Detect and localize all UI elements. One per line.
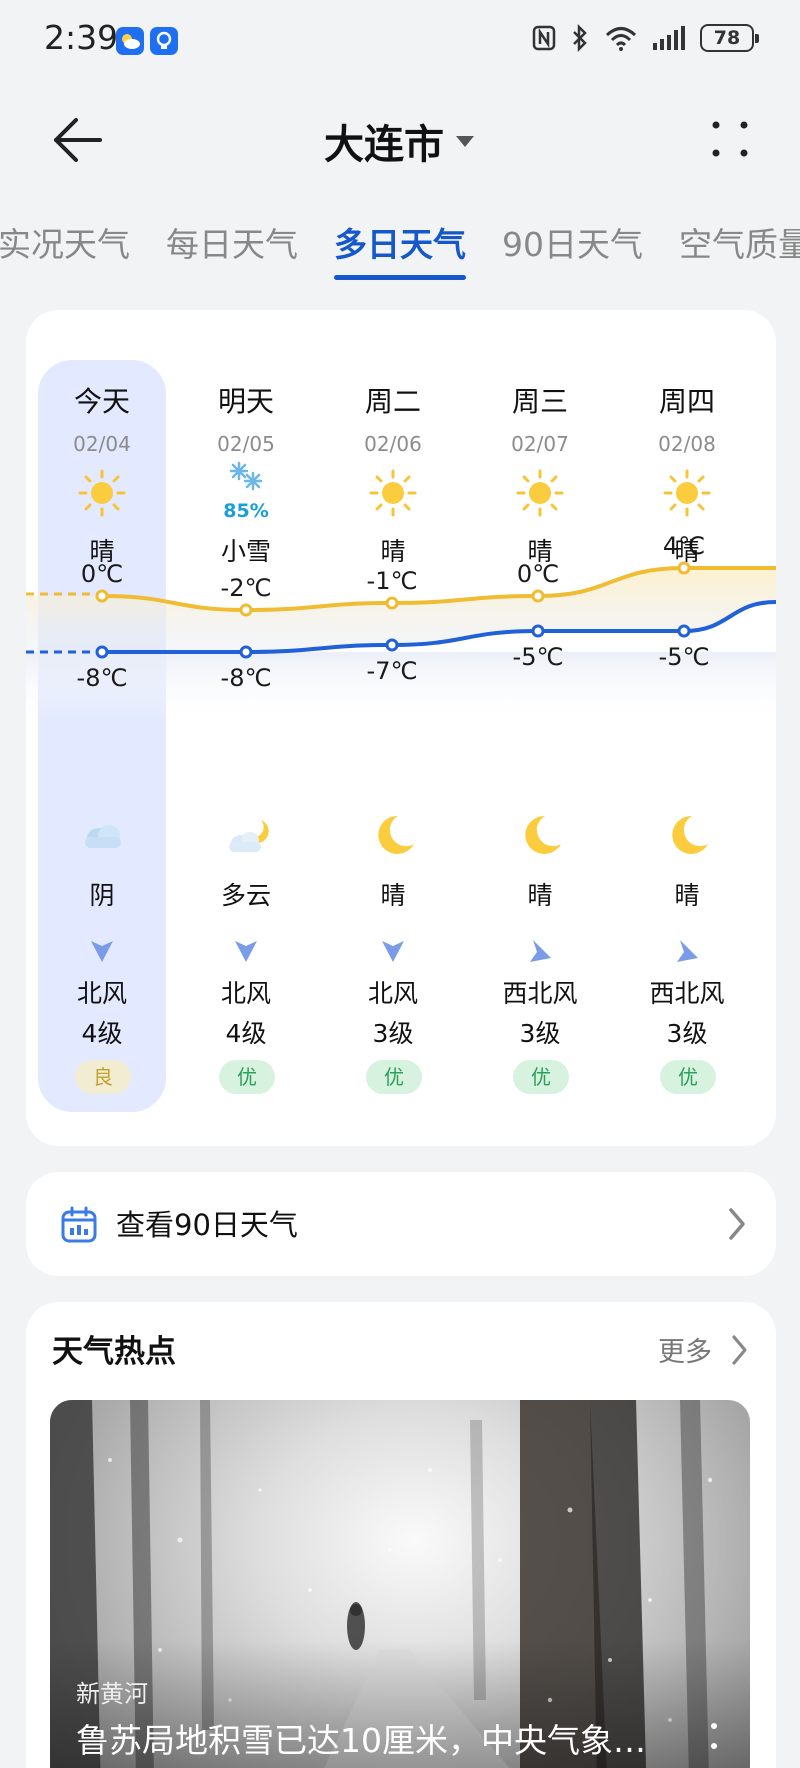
app-header: 大连市	[0, 94, 800, 182]
wind-level: 4级	[225, 1019, 267, 1048]
wind-direction: 北风	[76, 979, 127, 1008]
battery-level: 78	[713, 27, 741, 49]
snow-icon	[221, 460, 271, 494]
night-condition: 阴	[89, 881, 115, 910]
day-name: 今天	[73, 385, 130, 418]
wind-northwest-icon	[674, 938, 700, 964]
news-card[interactable]: 新黄河 鲁苏局地积雪已达10厘米，中央气象…	[50, 1400, 750, 1768]
moon-icon	[515, 810, 565, 860]
news-source: 新黄河	[76, 1680, 148, 1708]
day-name: 周三	[511, 385, 568, 418]
day-condition: 晴	[674, 537, 700, 566]
city-selector[interactable]: 大连市	[0, 112, 800, 170]
night-condition: 晴	[380, 881, 406, 910]
night-condition: 晴	[674, 881, 700, 910]
moon-icon	[662, 810, 712, 860]
aqi-badge: 优	[366, 1060, 422, 1094]
day-date: 02/05	[217, 432, 275, 456]
cloudy-moon-icon	[221, 810, 271, 860]
day-date: 02/08	[658, 432, 716, 456]
status-icons: 78	[532, 24, 759, 52]
night-condition: 晴	[527, 881, 553, 910]
weather-page: 2:39 78 大连市 实况天气 每日天气 多日天气 90日天气 空气质量 0℃…	[0, 0, 800, 1768]
city-title: 大连市	[324, 122, 444, 168]
cloud-icon	[77, 810, 127, 860]
forecast-day-column[interactable]: 周三 02/07 晴晴西北风 3级优	[467, 310, 613, 1146]
wind-level: 3级	[666, 1019, 708, 1048]
chevron-right-icon[interactable]	[730, 1334, 750, 1366]
forecast-day-column[interactable]: 周二 02/06 晴晴北风 3级优	[320, 310, 466, 1146]
tab-90day[interactable]: 90日天气	[484, 220, 661, 280]
battery-indicator: 78	[700, 24, 759, 52]
tab-air-quality[interactable]: 空气质量	[661, 220, 800, 280]
day-name: 周四	[658, 385, 715, 418]
tab-multiday[interactable]: 多日天气	[316, 220, 484, 280]
signal-icon	[653, 26, 685, 50]
status-bar: 2:39 78	[0, 0, 800, 80]
wind-north-icon	[380, 938, 406, 964]
aqi-badge: 优	[513, 1060, 569, 1094]
aqi-badge: 优	[219, 1060, 275, 1094]
dots-icon	[712, 121, 748, 157]
day-condition: 晴	[89, 537, 115, 566]
moon-icon	[368, 810, 418, 860]
day-name: 周二	[364, 385, 421, 418]
forecast-day-column[interactable]: 今天 02/04 晴阴北风 4级良	[29, 310, 175, 1146]
news-more-options-icon[interactable]	[708, 1716, 720, 1756]
weather-hot-topics-card: 天气热点 更多 新黄河 鲁苏局地积雪已达10厘米，中央气象…	[26, 1302, 776, 1768]
calendar-icon	[61, 1206, 97, 1243]
sun-icon	[662, 468, 712, 518]
forecast-tabs: 实况天气 每日天气 多日天气 90日天气 空气质量	[0, 220, 800, 290]
day-name: 明天	[217, 385, 274, 418]
aqi-badge: 优	[660, 1060, 716, 1094]
day-date: 02/04	[73, 432, 131, 456]
caret-down-icon	[456, 136, 474, 147]
wind-north-icon	[233, 938, 259, 964]
chevron-right-icon	[729, 1208, 745, 1240]
sun-icon	[515, 468, 565, 518]
wind-direction: 北风	[367, 979, 418, 1008]
forecast-day-column[interactable]: 周四 02/08 晴晴西北风 3级优	[614, 310, 760, 1146]
view-90day-label: 查看90日天气	[116, 1208, 298, 1242]
day-date: 02/07	[511, 432, 569, 456]
aqi-badge: 良	[75, 1060, 131, 1094]
more-options-button[interactable]	[710, 116, 750, 162]
day-date: 02/06	[364, 432, 422, 456]
tab-daily[interactable]: 每日天气	[148, 220, 316, 280]
weather-app-notification-icon	[116, 27, 144, 55]
sun-icon	[368, 468, 418, 518]
wifi-icon	[605, 27, 637, 51]
hot-topics-more-link[interactable]: 更多	[658, 1330, 712, 1369]
wind-north-icon	[89, 938, 115, 964]
multiday-forecast-card: 0℃ -8℃ -2℃ -8℃ -1℃ -7℃ 0℃ -5℃ 4℃ -5℃ 今天 02/04 晴阴北风 4…	[26, 310, 776, 1146]
wind-level: 3级	[519, 1019, 561, 1048]
sun-icon	[77, 468, 127, 518]
day-condition: 小雪	[220, 537, 271, 566]
day-condition: 晴	[527, 537, 553, 566]
wind-direction: 西北风	[649, 979, 725, 1008]
wind-level: 4级	[81, 1019, 123, 1048]
forecast-day-column[interactable]: 明天 02/05 85% 小雪多云北风 4级优	[173, 310, 319, 1146]
bluetooth-icon	[573, 24, 587, 52]
wind-direction: 西北风	[502, 979, 578, 1008]
view-90day-button[interactable]: 查看90日天气	[26, 1172, 776, 1276]
nfc-icon	[532, 25, 556, 51]
wind-level: 3级	[372, 1019, 414, 1048]
bulb-notification-icon	[150, 27, 178, 55]
precipitation-chance: 85%	[223, 500, 269, 522]
tab-realtime[interactable]: 实况天气	[0, 220, 148, 280]
wind-direction: 北风	[220, 979, 271, 1008]
news-headline: 鲁苏局地积雪已达10厘米，中央气象…	[76, 1721, 646, 1760]
status-time: 2:39	[44, 18, 119, 57]
wind-northwest-icon	[527, 938, 553, 964]
hot-topics-title: 天气热点	[52, 1334, 176, 1370]
day-condition: 晴	[380, 537, 406, 566]
night-condition: 多云	[220, 881, 271, 910]
